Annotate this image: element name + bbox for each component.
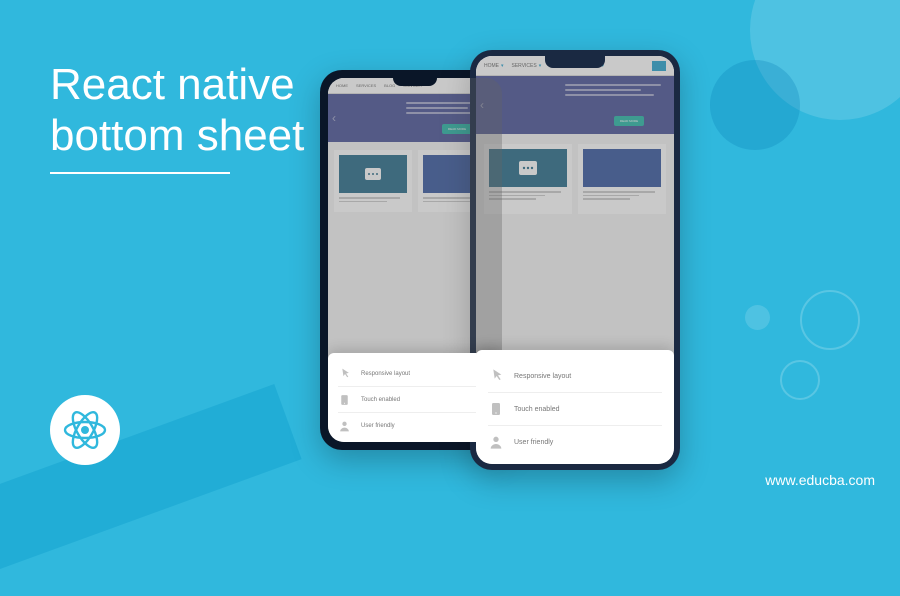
sheet-item-touch[interactable]: Touch enabled	[488, 393, 662, 426]
phone-notch	[545, 56, 605, 68]
website-url: www.educba.com	[765, 472, 875, 488]
title-line-2: bottom sheet	[50, 111, 304, 160]
pointer-icon	[488, 368, 504, 384]
sheet-label: Responsive layout	[514, 373, 571, 380]
phone-mockups: HOME SERVICES BLOG CONTACT ‹ READ MORE	[320, 50, 750, 480]
touch-icon	[488, 401, 504, 417]
sheet-item-user[interactable]: User friendly	[338, 413, 492, 438]
phone-screen: HOME ▾ SERVICES ▾ BLOG ▾ CONTACT ▾ ‹ REA…	[476, 56, 674, 464]
pointer-icon	[338, 367, 351, 380]
sheet-label: User friendly	[514, 439, 553, 446]
phone-front: HOME ▾ SERVICES ▾ BLOG ▾ CONTACT ▾ ‹ REA…	[470, 50, 680, 470]
phone-notch	[393, 78, 437, 86]
decorative-circle	[800, 290, 860, 350]
sheet-item-user[interactable]: User friendly	[488, 426, 662, 458]
title-underline	[50, 172, 230, 174]
sheet-item-responsive[interactable]: Responsive layout	[488, 360, 662, 393]
sheet-label: Touch enabled	[361, 397, 400, 403]
touch-icon	[338, 393, 351, 406]
bottom-sheet[interactable]: Responsive layout Touch enabled User fri…	[476, 350, 674, 464]
sheet-item-touch[interactable]: Touch enabled	[338, 387, 492, 413]
react-logo	[50, 395, 120, 465]
sheet-label: User friendly	[361, 423, 395, 429]
react-icon	[61, 406, 109, 454]
decorative-stripe	[0, 384, 302, 596]
sheet-item-responsive[interactable]: Responsive layout	[338, 361, 492, 387]
decorative-circle	[780, 360, 820, 400]
user-icon	[338, 419, 351, 432]
user-icon	[488, 434, 504, 450]
page-title: React native bottom sheet	[50, 60, 304, 169]
title-line-1: React native	[50, 60, 295, 109]
sheet-label: Responsive layout	[361, 371, 410, 377]
sheet-label: Touch enabled	[514, 406, 560, 413]
